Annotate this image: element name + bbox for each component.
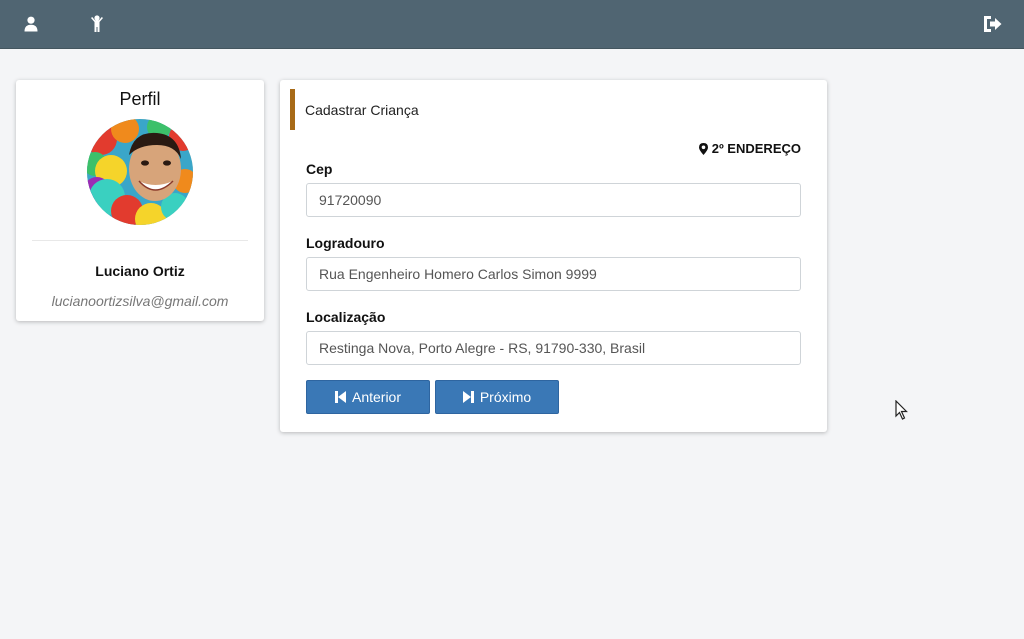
user-icon[interactable]	[19, 12, 43, 36]
previous-button[interactable]: Anterior	[306, 380, 430, 414]
logradouro-input[interactable]	[306, 257, 801, 291]
next-button[interactable]: Próximo	[435, 380, 559, 414]
top-navbar	[0, 0, 1024, 49]
mouse-cursor-icon	[895, 399, 909, 425]
avatar	[87, 119, 193, 225]
next-button-label: Próximo	[479, 389, 532, 405]
address-step-text: 2º ENDEREÇO	[711, 141, 801, 156]
logradouro-label: Logradouro	[306, 235, 385, 251]
previous-button-label: Anterior	[351, 389, 402, 405]
form-title: Cadastrar Criança	[305, 102, 419, 118]
register-child-form: Cadastrar Criança 2º ENDEREÇO Cep Lograd…	[280, 80, 827, 432]
profile-card: Perfil Luciano Ortiz lucianoortizsilva@g…	[16, 80, 264, 321]
profile-title: Perfil	[119, 89, 161, 109]
child-icon[interactable]	[85, 12, 109, 36]
map-marker-icon	[698, 142, 708, 155]
profile-name: Luciano Ortiz	[95, 263, 185, 279]
address-step-label: 2º ENDEREÇO	[698, 141, 801, 156]
profile-divider	[32, 240, 248, 241]
step-backward-icon	[334, 391, 346, 403]
localizacao-input[interactable]	[306, 331, 801, 365]
sign-out-icon[interactable]	[980, 12, 1004, 36]
cep-input[interactable]	[306, 183, 801, 217]
step-forward-icon	[462, 391, 474, 403]
profile-email: lucianoortizsilva@gmail.com	[51, 293, 229, 309]
form-header: Cadastrar Criança	[290, 89, 595, 130]
cep-label: Cep	[306, 161, 333, 177]
localizacao-label: Localização	[306, 309, 386, 325]
